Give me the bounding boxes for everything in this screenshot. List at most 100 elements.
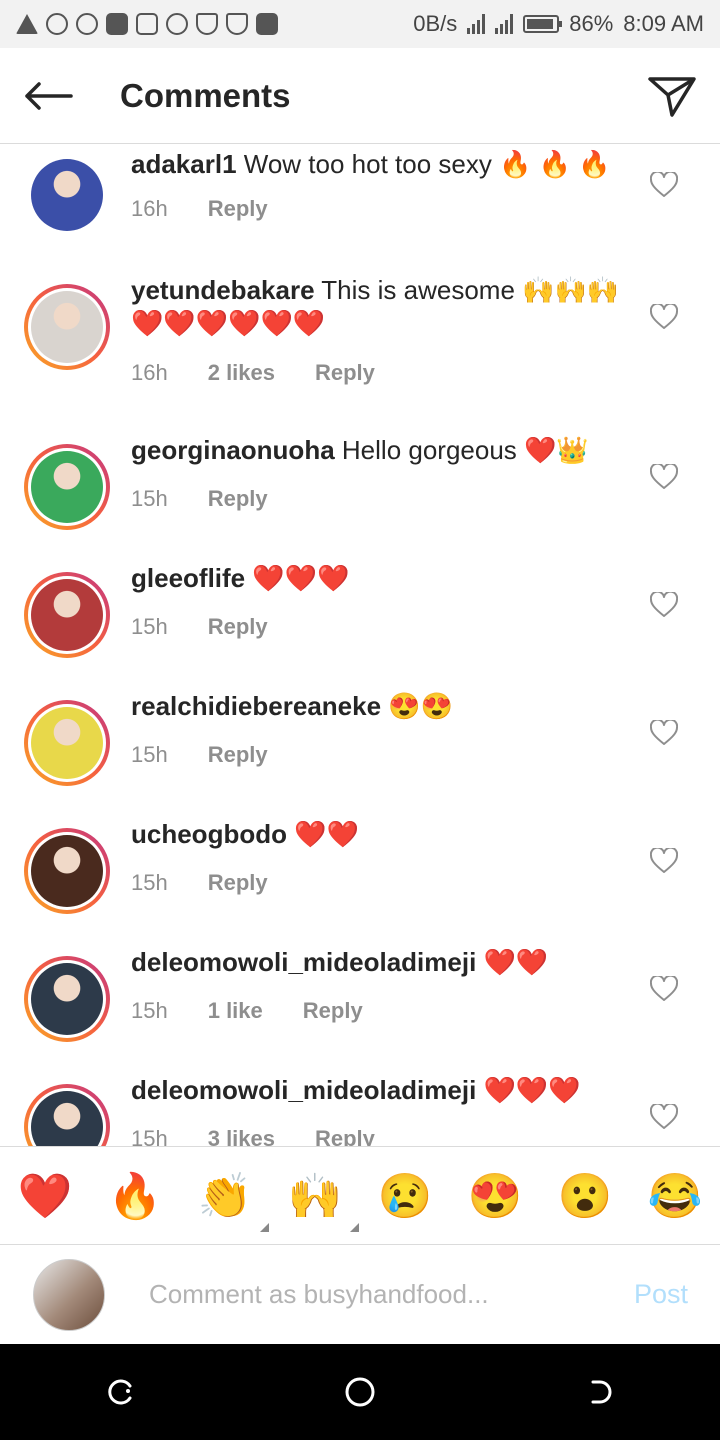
home-button[interactable] (330, 1362, 390, 1422)
reaction-emoji: 🙌 (287, 1171, 343, 1221)
heart-outline-icon (649, 1102, 679, 1134)
comment-username[interactable]: ucheogbodo (131, 819, 287, 849)
reaction-emoji-button[interactable]: 👏 (195, 1170, 269, 1232)
paper-plane-icon (648, 76, 696, 117)
like-comment-button[interactable] (649, 1102, 679, 1134)
reply-button[interactable]: Reply (208, 486, 268, 512)
share-button[interactable] (624, 48, 720, 144)
shield-icon (196, 13, 218, 35)
comment-text: yetundebakare This is awesome 🙌🙌🙌❤️❤️❤️❤… (131, 274, 621, 340)
comment-input[interactable] (147, 1278, 591, 1311)
comment-time: 15h (131, 742, 168, 767)
comment-username[interactable]: adakarl1 (131, 149, 237, 179)
comment-username[interactable]: georginaonuoha (131, 435, 335, 465)
comment-username[interactable]: deleomowoli_mideoladimeji (131, 1075, 476, 1105)
comment-likes[interactable]: 2 likes (208, 360, 275, 386)
comment-avatar[interactable] (24, 828, 110, 914)
reaction-emoji-button[interactable]: 😍 (465, 1170, 525, 1222)
reaction-emoji: 👏 (197, 1171, 253, 1221)
pulse-icon (256, 13, 278, 35)
user-avatar (33, 1258, 105, 1331)
skin-tone-indicator-icon (350, 1222, 359, 1232)
reaction-emoji-button[interactable]: 😢 (375, 1170, 435, 1222)
avatar (31, 451, 103, 523)
heart-outline-icon (649, 590, 679, 622)
comment-body: ❤️❤️❤️ (252, 563, 350, 593)
system-nav-bar (0, 1344, 720, 1440)
reply-button[interactable]: Reply (208, 870, 268, 896)
back-button[interactable] (0, 48, 96, 144)
like-comment-button[interactable] (649, 302, 679, 332)
reply-button[interactable]: Reply (303, 998, 363, 1024)
comment-avatar[interactable] (24, 152, 110, 238)
like-comment-button[interactable] (649, 974, 679, 1004)
sync-icon (76, 13, 98, 35)
comment-row: deleomowoli_mideoladimeji ❤️❤️ 15h 1 like R… (0, 944, 720, 1072)
comment-likes[interactable]: 3 likes (208, 1126, 275, 1146)
reaction-emoji-button[interactable]: 🔥 (105, 1170, 165, 1222)
warning-icon (16, 14, 38, 34)
lock-icon (106, 13, 128, 35)
comment-time: 15h (131, 1126, 168, 1146)
reply-button[interactable]: Reply (315, 1126, 375, 1146)
comment-avatar[interactable] (24, 700, 110, 786)
comment-text: adakarl1 Wow too hot too sexy 🔥 🔥 🔥 (131, 148, 621, 181)
post-button[interactable]: Post (634, 1279, 688, 1310)
comment-meta: 15h 1 like Reply (131, 998, 363, 1024)
arrow-left-icon (25, 81, 73, 110)
comment-avatar[interactable] (24, 1084, 110, 1146)
avatar (31, 963, 103, 1035)
avatar (31, 291, 103, 363)
comment-username[interactable]: gleeoflife (131, 563, 245, 593)
reply-button[interactable]: Reply (208, 742, 268, 768)
heart-outline-icon (649, 846, 679, 878)
comment-username[interactable]: realchidiebereaneke (131, 691, 381, 721)
comment-time: 16h (131, 360, 168, 385)
comment-row: adakarl1 Wow too hot too sexy 🔥 🔥 🔥 16h Re… (0, 144, 720, 272)
comment-username[interactable]: yetundebakare (131, 275, 315, 305)
reaction-emoji-button[interactable]: 🙌 (285, 1170, 359, 1232)
comment-avatar[interactable] (24, 444, 110, 530)
comment-avatar[interactable] (24, 284, 110, 370)
reply-button[interactable]: Reply (208, 196, 268, 222)
reaction-emoji-button[interactable]: ❤️ (15, 1170, 75, 1222)
like-comment-button[interactable] (649, 170, 679, 200)
avatar-border (28, 576, 106, 654)
avatar (31, 1091, 103, 1146)
back-nav-button[interactable] (570, 1362, 630, 1422)
avatar (31, 159, 103, 231)
comments-list[interactable]: adakarl1 Wow too hot too sexy 🔥 🔥 🔥 16h Re… (0, 144, 720, 1146)
like-comment-button[interactable] (649, 590, 679, 622)
comment-row: georginaonuoha Hello gorgeous ❤️👑 15h Repl… (0, 432, 720, 560)
comment-body: Hello gorgeous ❤️👑 (341, 435, 589, 465)
reaction-emoji-button[interactable]: 😂 (645, 1170, 705, 1222)
reaction-emoji-button[interactable]: 😮 (555, 1170, 615, 1222)
like-comment-button[interactable] (649, 846, 679, 878)
comment-likes[interactable]: 1 like (208, 998, 263, 1024)
comment-body: Wow too hot too sexy 🔥 🔥 🔥 (243, 149, 611, 179)
comment-body: 😍😍 (388, 691, 454, 721)
comment-text: ucheogbodo ❤️❤️ (131, 818, 621, 851)
like-comment-button[interactable] (649, 718, 679, 748)
cloud-icon (166, 13, 188, 35)
reaction-emoji: ❤️ (17, 1171, 73, 1221)
reaction-emoji: 😍 (467, 1171, 523, 1221)
battery-icon (523, 15, 563, 33)
reaction-emoji: 😂 (647, 1171, 703, 1221)
avatar-border (28, 156, 106, 234)
page-title: Comments (120, 76, 291, 114)
status-bar: 0B/s 86% 8:09 AM (0, 0, 720, 48)
heart-outline-icon (649, 462, 679, 494)
comment-text: deleomowoli_mideoladimeji ❤️❤️ (131, 946, 621, 979)
comment-username[interactable]: deleomowoli_mideoladimeji (131, 947, 476, 977)
quick-reactions-bar: ❤️ 🔥 👏 🙌 😢 😍 😮 😂 (0, 1146, 720, 1244)
comment-avatar[interactable] (24, 572, 110, 658)
like-comment-button[interactable] (649, 462, 679, 494)
comment-avatar[interactable] (24, 956, 110, 1042)
reply-button[interactable]: Reply (315, 360, 375, 386)
reply-button[interactable]: Reply (208, 614, 268, 640)
signal-icon-2 (495, 14, 514, 34)
clock: 8:09 AM (623, 11, 704, 36)
recent-apps-button[interactable] (90, 1362, 150, 1422)
avatar (31, 707, 103, 779)
